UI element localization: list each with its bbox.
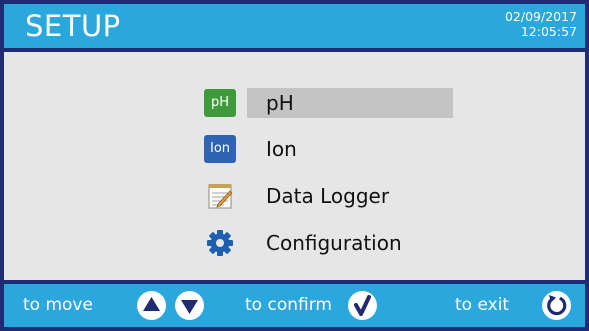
confirm-hint: to confirm [245,295,332,315]
up-button[interactable] [136,290,167,321]
exit-hint: to exit [455,295,510,315]
menu-item-label: pH [266,91,294,115]
gear-icon [204,229,236,257]
date-text: 02/09/2017 [504,9,577,24]
ph-badge: pH [204,89,236,117]
down-button[interactable] [174,290,205,321]
menu-item-ion[interactable]: Ion Ion [200,131,458,167]
notepad-icon [204,182,236,210]
datetime-display: 02/09/2017 12:05:57 [505,9,577,39]
move-hint: to move [23,295,93,315]
menu-item-ph[interactable]: pH pH [200,85,458,121]
ion-icon: Ion [204,135,236,163]
page-title: SETUP [25,9,121,43]
refresh-icon [542,291,571,320]
footer-bar: to move to confirm to exit [4,280,585,327]
checkmark-icon [348,291,377,320]
arrow-up-icon [137,291,166,320]
setup-menu: pH pH Ion Ion Data Logger Configuration [4,52,585,284]
menu-item-label: Ion [266,137,297,161]
ph-icon: pH [204,89,236,117]
confirm-button[interactable] [347,290,378,321]
menu-item-configuration[interactable]: Configuration [200,225,458,261]
device-screen: SETUP 02/09/2017 12:05:57 pH pH Ion Ion [0,0,589,331]
menu-item-label: Configuration [266,231,402,255]
menu-item-data-logger[interactable]: Data Logger [200,178,458,214]
exit-button[interactable] [541,290,572,321]
ion-badge: Ion [204,135,236,163]
time-text: 12:05:57 [520,24,577,39]
header-bar: SETUP 02/09/2017 12:05:57 [4,4,585,52]
menu-item-label: Data Logger [266,184,390,208]
arrow-down-icon [175,291,204,320]
